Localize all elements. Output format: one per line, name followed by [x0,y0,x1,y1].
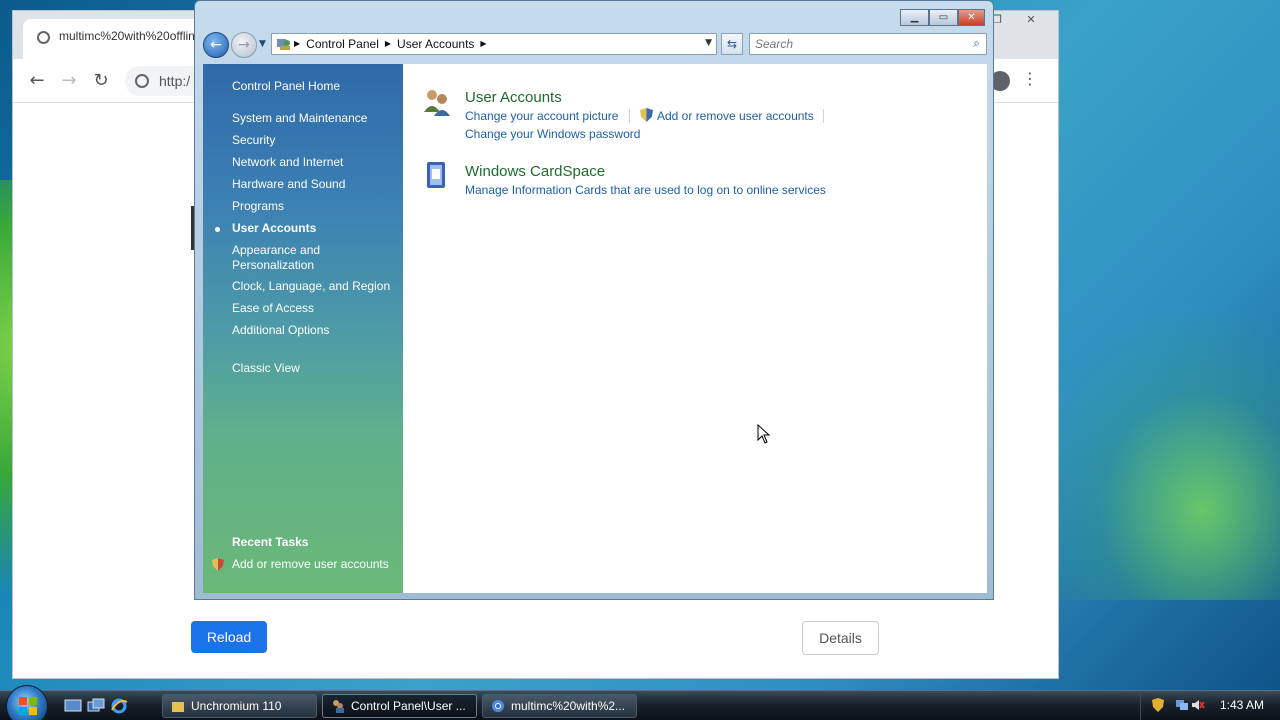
navigation-bar: ← → ▼ ▶ Control Panel ▶ User Accounts ▶ … [203,31,987,59]
taskbar-button-unchromium[interactable]: Unchromium 110 [162,694,317,718]
link-separator [629,109,630,123]
breadcrumb-control-panel[interactable]: Control Panel [306,37,379,51]
recent-tasks-heading: Recent Tasks [232,535,309,549]
recent-task-add-remove-user-accounts[interactable]: Add or remove user accounts [232,557,389,571]
search-input[interactable]: Search ⌕ [749,33,987,55]
sidebar-item-hardware-and-sound[interactable]: Hardware and Sound [232,177,345,191]
link-change-windows-password[interactable]: Change your Windows password [465,127,640,141]
browser-tab-title: multimc%20with%20offlin [59,29,195,43]
recent-pages-dropdown-icon[interactable]: ▼ [259,39,266,49]
windows-logo-icon [19,697,37,715]
refresh-button[interactable]: ⇆ [721,33,743,55]
uac-shield-icon [640,108,653,122]
chromium-icon [492,700,504,712]
network-icon[interactable] [1175,698,1189,712]
link-change-account-picture[interactable]: Change your account picture [465,109,618,123]
category-title-windows-cardspace[interactable]: Windows CardSpace [465,163,605,180]
link-separator [823,109,824,123]
details-button[interactable]: Details [802,621,879,655]
uac-shield-icon [212,558,224,571]
breadcrumb-arrow-icon[interactable]: ▶ [385,37,391,51]
address-dropdown-icon[interactable]: ▼ [705,38,712,48]
search-placeholder: Search [755,37,794,51]
window-caption-buttons: ▁ ▭ ✕ [900,9,985,26]
sidebar-item-user-accounts[interactable]: User Accounts [232,221,316,235]
clock[interactable]: 1:43 AM [1220,698,1264,712]
start-button[interactable] [6,685,48,720]
control-panel-icon [277,39,290,50]
task-pane: Control Panel Home System and Maintenanc… [203,64,403,593]
info-icon [135,74,149,88]
taskbar-button-label: Control Panel\User ... [351,699,466,713]
sidebar-item-appearance-line1[interactable]: Appearance and [232,243,320,257]
breadcrumb-user-accounts[interactable]: User Accounts [397,37,474,51]
desktop-wallpaper-glow [1020,300,1280,600]
cardspace-icon [427,162,445,188]
folder-icon [172,702,184,712]
breadcrumb-arrow-icon[interactable]: ▶ [480,37,486,51]
switch-windows-icon[interactable] [87,697,105,715]
reload-icon[interactable]: ↻ [89,69,113,93]
link-add-remove-user-accounts[interactable]: Add or remove user accounts [657,109,814,123]
mouse-cursor-icon [757,424,771,444]
back-arrow-icon[interactable]: ← [25,69,49,93]
sidebar-item-security[interactable]: Security [232,133,275,147]
forward-arrow-icon[interactable]: → [57,69,81,93]
breadcrumb: ▶ Control Panel ▶ User Accounts ▶ [294,37,487,51]
kebab-menu-icon[interactable]: ⋮ [1022,69,1038,88]
user-accounts-icon [424,90,450,116]
notification-area: 1:43 AM [1140,691,1280,720]
globe-icon [37,31,50,44]
main-content: User Accounts Change your account pictur… [403,64,987,593]
control-panel-window: ▁ ▭ ✕ ← → ▼ ▶ Control Panel ▶ User Accou… [194,0,994,600]
omnibox-text: http:/ [159,73,191,89]
breadcrumb-arrow-icon[interactable]: ▶ [294,37,300,51]
taskbar-button-label: Unchromium 110 [191,699,282,713]
sidebar-item-network-and-internet[interactable]: Network and Internet [232,155,343,169]
browser-close-icon[interactable]: ✕ [1016,13,1046,26]
address-bar[interactable]: ▶ Control Panel ▶ User Accounts ▶ ▼ [271,33,717,55]
sidebar-item-programs[interactable]: Programs [232,199,284,213]
internet-explorer-icon[interactable] [110,697,128,715]
minimize-button[interactable]: ▁ [900,9,929,26]
category-title-user-accounts[interactable]: User Accounts [465,89,562,106]
link-manage-information-cards[interactable]: Manage Information Cards that are used t… [465,183,826,197]
taskbar-button-browser[interactable]: multimc%20with%2... [482,694,637,718]
volume-muted-icon[interactable] [1191,698,1205,712]
sidebar-item-classic-view[interactable]: Classic View [232,361,300,375]
show-desktop-icon[interactable] [64,697,82,715]
search-icon[interactable]: ⌕ [973,36,980,51]
taskbar: Unchromium 110 Control Panel\User ... mu… [0,685,1280,720]
sidebar-item-ease-of-access[interactable]: Ease of Access [232,301,314,315]
sidebar-item-appearance-line2[interactable]: Personalization [232,258,314,272]
sidebar-item-system-and-maintenance[interactable]: System and Maintenance [232,111,367,125]
user-accounts-icon [333,700,344,713]
forward-button[interactable]: → [231,32,257,58]
security-shield-icon[interactable] [1151,698,1165,712]
omnibox[interactable]: http:/ [125,66,205,96]
active-bullet-icon [215,227,220,232]
close-button[interactable]: ✕ [958,9,985,26]
reload-button[interactable]: Reload [191,621,267,653]
sidebar-item-clock-language-region[interactable]: Clock, Language, and Region [232,279,390,293]
maximize-button[interactable]: ▭ [929,9,958,26]
taskbar-button-control-panel[interactable]: Control Panel\User ... [322,694,477,718]
sidebar-item-control-panel-home[interactable]: Control Panel Home [232,79,340,93]
sidebar-item-additional-options[interactable]: Additional Options [232,323,329,337]
back-button[interactable]: ← [203,32,229,58]
taskbar-button-label: multimc%20with%2... [511,699,626,713]
